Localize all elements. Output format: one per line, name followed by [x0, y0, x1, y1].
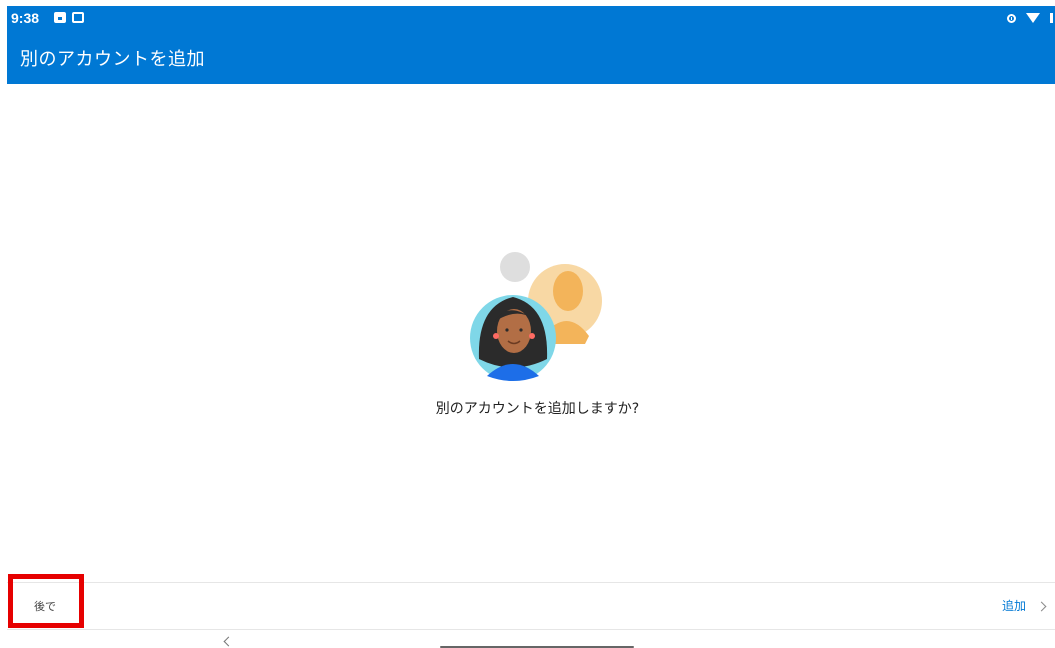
- wifi-icon: [1026, 13, 1040, 23]
- back-icon[interactable]: [223, 636, 234, 647]
- status-left-icons: [54, 12, 84, 23]
- add-account-prompt: 別のアカウントを追加しますか?: [435, 401, 640, 417]
- photo-notification-icon: [72, 12, 84, 23]
- main-content: 別のアカウントを追加しますか?: [7, 84, 1055, 582]
- woman-avatar-icon: [470, 295, 556, 381]
- gallery-notification-icon: [54, 12, 66, 23]
- status-time: 9:38: [11, 10, 40, 26]
- chevron-right-icon: [1036, 601, 1047, 611]
- footer-actions: 後で 追加: [7, 574, 1055, 630]
- data-saver-icon: [1007, 13, 1016, 23]
- battery-icon: [1050, 13, 1053, 23]
- add-button[interactable]: 追加: [1001, 597, 1047, 614]
- later-button[interactable]: 後で: [8, 574, 84, 628]
- left-edge: [0, 6, 7, 648]
- small-gray-circle-icon: [500, 252, 530, 282]
- navigation-bar: [7, 630, 1055, 648]
- screen: 9:38 別のアカウントを追加 別のアカウントを追加しますか? 後で 追加: [0, 0, 1055, 648]
- later-label: 後で: [34, 600, 56, 613]
- status-right-icons: [1007, 13, 1053, 23]
- status-bar: 9:38: [7, 6, 1055, 32]
- add-account-avatars-illustration: [470, 252, 602, 381]
- app-bar: 9:38 別のアカウントを追加: [7, 6, 1055, 84]
- page-title: 別のアカウントを追加: [20, 49, 205, 70]
- add-label: 追加: [1001, 599, 1026, 613]
